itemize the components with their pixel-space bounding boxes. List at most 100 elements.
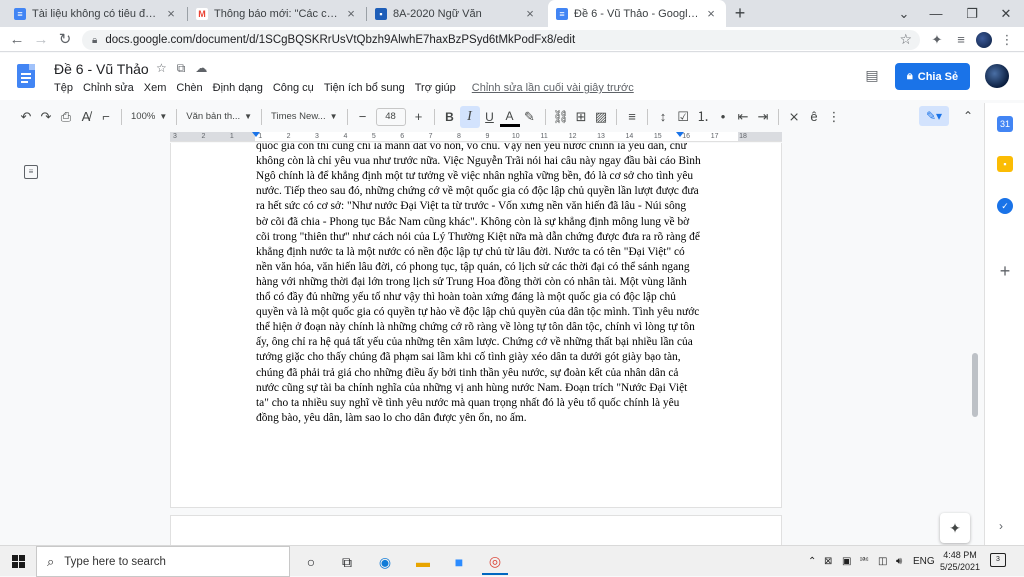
close-tab-icon[interactable]: × bbox=[344, 6, 358, 21]
tray-app-icon[interactable]: ▣ bbox=[842, 546, 851, 577]
document-line[interactable]: tướng giặc cho thấy chúng đã phạm sai lầ… bbox=[256, 350, 725, 365]
document-line[interactable]: quốc gia còn thì cũng chỉ là mảnh đất vô… bbox=[256, 143, 725, 154]
document-line[interactable]: ấy, ông chỉ ra hệ quả tất yếu của những … bbox=[256, 335, 725, 350]
editing-mode-pencil-icon[interactable]: ✎▾ bbox=[919, 106, 949, 126]
star-icon[interactable]: ☆ bbox=[156, 61, 167, 76]
menu-help[interactable]: Trợ giúp bbox=[415, 82, 456, 94]
document-line[interactable]: thổ có đầy đủ những yếu tố như vậy thì h… bbox=[256, 290, 725, 305]
bulleted-list-icon[interactable]: • bbox=[713, 106, 733, 128]
font-select[interactable]: Times New... ▼ bbox=[267, 106, 341, 128]
tray-app-icon[interactable]: ⊠ bbox=[824, 546, 832, 577]
document-line[interactable]: bờ cõi đã chia - Phong tục Bắc Nam cũng … bbox=[256, 215, 725, 230]
document-workspace[interactable]: ≡ lớn, quốc gia có mất thì cũng sẽ lấy l… bbox=[0, 143, 984, 545]
insert-link-icon[interactable]: ⛓ bbox=[551, 106, 572, 128]
share-button[interactable]: 🔒︎ Chia Sẻ bbox=[895, 63, 970, 90]
italic-button[interactable]: I bbox=[459, 105, 480, 128]
document-line[interactable]: thể hiện ở đoạn này chính là những chứng… bbox=[256, 320, 725, 335]
document-line[interactable]: ta" cho ta nhiều suy nghĩ về tình yêu nư… bbox=[256, 396, 725, 411]
document-line[interactable]: khẳng định nước ta là một nước có nền độ… bbox=[256, 245, 725, 260]
hide-panel-chevron-icon[interactable]: › bbox=[999, 519, 1003, 533]
tab-search-icon[interactable]: ⌄ bbox=[888, 0, 920, 27]
last-edit-link[interactable]: Chỉnh sửa lần cuối vài giây trước bbox=[472, 82, 634, 94]
notification-center-icon[interactable]: 3 bbox=[990, 553, 1006, 567]
document-title[interactable]: Đề 6 - Vũ Thảo bbox=[54, 61, 149, 77]
comment-history-icon[interactable]: ▤ bbox=[862, 67, 882, 85]
reload-icon[interactable]: ↻ bbox=[54, 29, 76, 51]
windows-start-icon[interactable] bbox=[0, 546, 36, 577]
user-avatar[interactable] bbox=[985, 64, 1009, 88]
minimize-window-button[interactable]: — bbox=[920, 0, 952, 27]
media-control-icon[interactable]: ≡ bbox=[952, 31, 970, 49]
extensions-puzzle-icon[interactable]: ✦ bbox=[928, 31, 946, 49]
task-view-icon[interactable]: ⧉ bbox=[334, 549, 360, 575]
menu-file[interactable]: Tệp bbox=[54, 82, 73, 94]
menu-format[interactable]: Định dạng bbox=[213, 82, 263, 94]
taskbar-clock[interactable]: 4:48 PM 5/25/2021 bbox=[936, 549, 984, 573]
close-tab-icon[interactable]: × bbox=[164, 6, 178, 21]
document-line[interactable]: không còn là chỉ yêu vua như trước nữa. … bbox=[256, 154, 725, 169]
document-page[interactable]: lớn, quốc gia có mất thì cũng sẽ lấy lại… bbox=[170, 143, 782, 508]
document-line[interactable]: nước cũng sự tài ba chính nghĩa của nhữn… bbox=[256, 381, 725, 396]
tray-app-icon[interactable]: ◫ bbox=[878, 546, 887, 577]
cloud-saved-icon[interactable]: ☁ bbox=[195, 61, 207, 76]
chrome-browser-icon[interactable]: ◎ bbox=[482, 549, 508, 575]
decrease-indent-icon[interactable]: ⇤ bbox=[733, 106, 753, 128]
show-hidden-icons-chevron-icon[interactable]: ⌃ bbox=[808, 546, 816, 577]
increase-indent-icon[interactable]: ⇥ bbox=[753, 106, 773, 128]
google-docs-logo-icon[interactable] bbox=[17, 64, 35, 88]
numbered-list-icon[interactable]: ⒈ bbox=[693, 106, 713, 128]
close-tab-icon[interactable]: × bbox=[523, 6, 537, 21]
edge-browser-icon[interactable]: ◉ bbox=[372, 549, 398, 575]
language-indicator[interactable]: ENG bbox=[913, 546, 935, 577]
font-size-input[interactable]: 48 bbox=[375, 107, 406, 126]
browser-tab-active[interactable]: ≡ Đề 6 - Vũ Thảo - Google Tài liệu × bbox=[548, 0, 726, 27]
redo-icon[interactable]: ↷ bbox=[36, 106, 56, 128]
browser-menu-icon[interactable]: ⋮ bbox=[998, 31, 1016, 49]
undo-icon[interactable]: ↶ bbox=[16, 106, 36, 128]
add-comment-icon[interactable]: ⊞ bbox=[571, 106, 591, 128]
close-window-button[interactable]: ✕ bbox=[990, 0, 1022, 27]
document-line[interactable]: Ngô chính là để khẳng định một tư tưởng … bbox=[256, 169, 725, 184]
more-options-button[interactable]: ⋮ bbox=[824, 106, 844, 128]
document-line[interactable]: đồng bào, yêu dân, làm sao lo cho dân đư… bbox=[256, 411, 725, 426]
paragraph-style-select[interactable]: Văn bản th... ▼ bbox=[182, 106, 256, 128]
taskbar-search-box[interactable]: ⌕ Type here to search bbox=[36, 546, 290, 577]
bookmark-star-icon[interactable]: ☆ bbox=[899, 31, 912, 48]
close-tab-icon[interactable]: × bbox=[704, 6, 718, 21]
menu-edit[interactable]: Chỉnh sửa bbox=[83, 82, 134, 94]
menu-tools[interactable]: Công cụ bbox=[273, 82, 314, 94]
document-line[interactable]: hàng với những thời đại lớn trong lịch s… bbox=[256, 275, 725, 290]
vertical-scrollbar[interactable] bbox=[972, 353, 978, 417]
menu-addons[interactable]: Tiện ích bổ sung bbox=[324, 82, 405, 94]
address-bar[interactable]: 🔒︎ docs.google.com/document/d/1SCgBQSKRr… bbox=[82, 30, 920, 50]
network-icon[interactable]: ⎃ bbox=[860, 546, 868, 577]
highlight-pen-icon[interactable]: ✎ bbox=[520, 106, 540, 128]
file-explorer-icon[interactable]: ▬ bbox=[410, 549, 436, 575]
document-line[interactable]: nước. Tiếp theo sau đó, những chứng cớ v… bbox=[256, 184, 725, 199]
print-icon[interactable]: ⎙ bbox=[56, 106, 76, 128]
insert-image-icon[interactable]: ▨ bbox=[591, 106, 611, 128]
horizontal-ruler[interactable]: 3 2 1 1 2 3 4 5 6 7 8 9 10 11 12 13 14 15 16 17 18 bbox=[170, 132, 782, 142]
input-tools-icon[interactable]: ê bbox=[804, 106, 824, 128]
clear-formatting-icon[interactable]: ⨯ bbox=[784, 106, 804, 128]
document-line[interactable]: chúng đã phải trả giá cho những điều ấy … bbox=[256, 366, 725, 381]
new-tab-button[interactable]: + bbox=[728, 2, 752, 24]
restore-window-button[interactable]: ❐ bbox=[956, 0, 988, 27]
underline-button[interactable]: U bbox=[480, 106, 500, 128]
browser-tab[interactable]: M Thông báo mới: "Các con làm m × bbox=[188, 0, 366, 27]
collapse-menus-chevron-icon[interactable]: ⌃ bbox=[960, 106, 976, 126]
align-icon[interactable]: ≡ bbox=[622, 106, 642, 128]
menu-view[interactable]: Xem bbox=[144, 82, 167, 94]
increase-font-size-button[interactable]: + bbox=[409, 106, 429, 128]
browser-tab[interactable]: ≡ Tài liệu không có tiêu đề - Google × bbox=[6, 0, 186, 27]
zoom-app-icon[interactable]: ■ bbox=[446, 549, 472, 575]
cortana-circle-icon[interactable]: ○ bbox=[298, 549, 324, 575]
browser-profile-avatar[interactable] bbox=[976, 32, 992, 48]
browser-tab[interactable]: ▪ 8A-2020 Ngữ Văn × bbox=[367, 0, 545, 27]
add-addon-icon[interactable]: + bbox=[997, 262, 1013, 280]
keep-icon[interactable]: ▪ bbox=[997, 156, 1013, 172]
menu-insert[interactable]: Chèn bbox=[176, 82, 202, 94]
spellcheck-icon[interactable]: A̸ bbox=[76, 106, 96, 128]
document-line[interactable]: quyền và là một quốc gia có quyền tự hào… bbox=[256, 305, 725, 320]
decrease-font-size-button[interactable]: − bbox=[353, 106, 373, 128]
